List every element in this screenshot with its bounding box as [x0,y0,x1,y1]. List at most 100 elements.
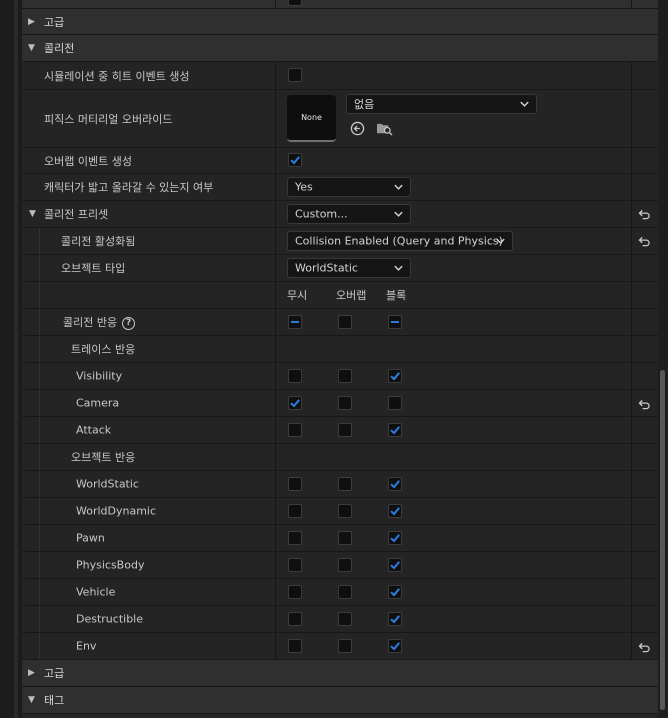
chevron-down-icon [394,184,403,190]
ignore-checkbox[interactable] [288,369,302,383]
section-advanced-bottom[interactable]: ▶ 고급 [22,660,658,687]
response-row: Camera [22,390,658,417]
collision-preset-dropdown[interactable]: Custom... [287,204,411,224]
prop-label: 콜리전 활성화됨 [61,235,136,248]
response-row: Pawn [22,525,658,552]
overlap-checkbox[interactable] [338,639,352,653]
chevron-down-icon [394,211,403,217]
section-title: 고급 [44,667,65,680]
all-overlap-checkbox[interactable] [338,315,352,329]
ignore-checkbox[interactable] [288,477,302,491]
block-checkbox[interactable] [388,612,402,626]
ignore-checkbox[interactable] [288,423,302,437]
block-checkbox[interactable] [388,396,402,410]
ignore-checkbox[interactable] [288,558,302,572]
sim-hit-events-checkbox[interactable] [288,68,302,82]
block-checkbox[interactable] [388,423,402,437]
browse-asset-icon[interactable] [350,121,365,136]
ignore-checkbox[interactable] [288,531,302,545]
overlap-checkbox[interactable] [338,531,352,545]
block-checkbox[interactable] [388,585,402,599]
triangle-down-icon[interactable]: ▼ [29,209,36,219]
triangle-right-icon: ▶ [28,16,35,27]
chevron-down-icon [520,101,529,107]
indeterminate-icon [391,321,399,323]
section-collision[interactable]: ▼ 콜리전 [22,35,658,62]
overlap-checkbox[interactable] [338,612,352,626]
prop-phys-material-override: 피직스 머티리얼 오버라이드 None 없음 [22,90,658,148]
indeterminate-icon [291,321,299,323]
reset-arrow-icon[interactable] [636,207,652,221]
responses-text: 콜리전 반응 [63,316,118,329]
overlap-checkbox[interactable] [338,504,352,518]
column-block: 블록 [386,289,407,302]
material-thumbnail[interactable]: None [287,95,336,142]
response-row: WorldDynamic [22,498,658,525]
overlap-checkbox[interactable] [338,369,352,383]
check-icon [390,642,400,651]
block-checkbox[interactable] [388,369,402,383]
help-icon[interactable]: ? [122,316,136,330]
ignore-checkbox[interactable] [288,396,302,410]
ignore-checkbox[interactable] [288,639,302,653]
ignore-checkbox[interactable] [288,585,302,599]
prop-label: 시뮬레이션 중 히트 이벤트 생성 [44,69,190,83]
prop-label: 캐릭터가 밟고 올라갈 수 있는지 여부 [44,181,214,194]
reset-arrow-icon[interactable] [636,397,652,411]
response-row: PhysicsBody [22,552,658,579]
scrollbar[interactable] [658,0,668,718]
block-checkbox[interactable] [388,504,402,518]
phys-material-dropdown[interactable]: 없음 [346,94,537,114]
section-title: 콜리전 [44,42,75,55]
response-row: Vehicle [22,579,658,606]
overlap-events-checkbox[interactable] [288,153,302,167]
collision-responses-label: 콜리전 반응? [63,314,136,330]
ignore-checkbox[interactable] [288,612,302,626]
channel-name: Env [76,639,97,653]
all-block-checkbox[interactable] [388,315,402,329]
triangle-right-icon: ▶ [28,668,35,678]
left-gutter [0,0,22,718]
find-in-content-icon[interactable] [376,121,393,136]
collision-enabled-dropdown[interactable]: Collision Enabled (Query and Physics) [287,231,513,251]
prop-label: 피직스 머티리얼 오버라이드 [44,112,173,126]
top-partial-row [22,0,658,9]
section-tags[interactable]: ▼ 태그 [22,687,658,714]
scrollbar-thumb[interactable] [660,370,665,710]
block-checkbox[interactable] [388,558,402,572]
section-advanced-top[interactable]: ▶ 고급 [22,9,658,35]
overlap-checkbox[interactable] [338,477,352,491]
channel-name: PhysicsBody [76,558,145,572]
triangle-down-icon: ▼ [28,695,35,705]
prop-object-type: 오브젝트 타입 WorldStatic [22,255,658,282]
prop-overlap-events: 오버랩 이벤트 생성 [22,148,658,174]
block-checkbox[interactable] [388,639,402,653]
reset-arrow-icon[interactable] [636,640,652,654]
overlap-checkbox[interactable] [338,558,352,572]
dropdown-value: WorldStatic [295,261,358,275]
check-icon [390,480,400,489]
section-title: 태그 [44,694,65,707]
prop-step-up: 캐릭터가 밟고 올라갈 수 있는지 여부 Yes [22,174,658,201]
response-column-headers: 무시 오버랩 블록 [22,282,658,309]
dropdown-value: 없음 [354,98,375,111]
check-icon [290,399,300,408]
partial-checkbox[interactable] [288,0,302,6]
channel-name: WorldDynamic [76,504,157,518]
reset-arrow-icon[interactable] [636,234,652,248]
all-ignore-checkbox[interactable] [288,315,302,329]
overlap-checkbox[interactable] [338,585,352,599]
overlap-checkbox[interactable] [338,396,352,410]
block-checkbox[interactable] [388,477,402,491]
ignore-checkbox[interactable] [288,504,302,518]
check-icon [390,507,400,516]
channel-name: WorldStatic [76,477,139,491]
block-checkbox[interactable] [388,531,402,545]
step-up-dropdown[interactable]: Yes [287,177,411,197]
channel-name: Vehicle [76,585,116,599]
column-ignore: 무시 [287,289,308,302]
object-type-dropdown[interactable]: WorldStatic [287,258,411,278]
channel-name: Camera [76,396,120,410]
channel-name: Visibility [76,369,123,383]
overlap-checkbox[interactable] [338,423,352,437]
